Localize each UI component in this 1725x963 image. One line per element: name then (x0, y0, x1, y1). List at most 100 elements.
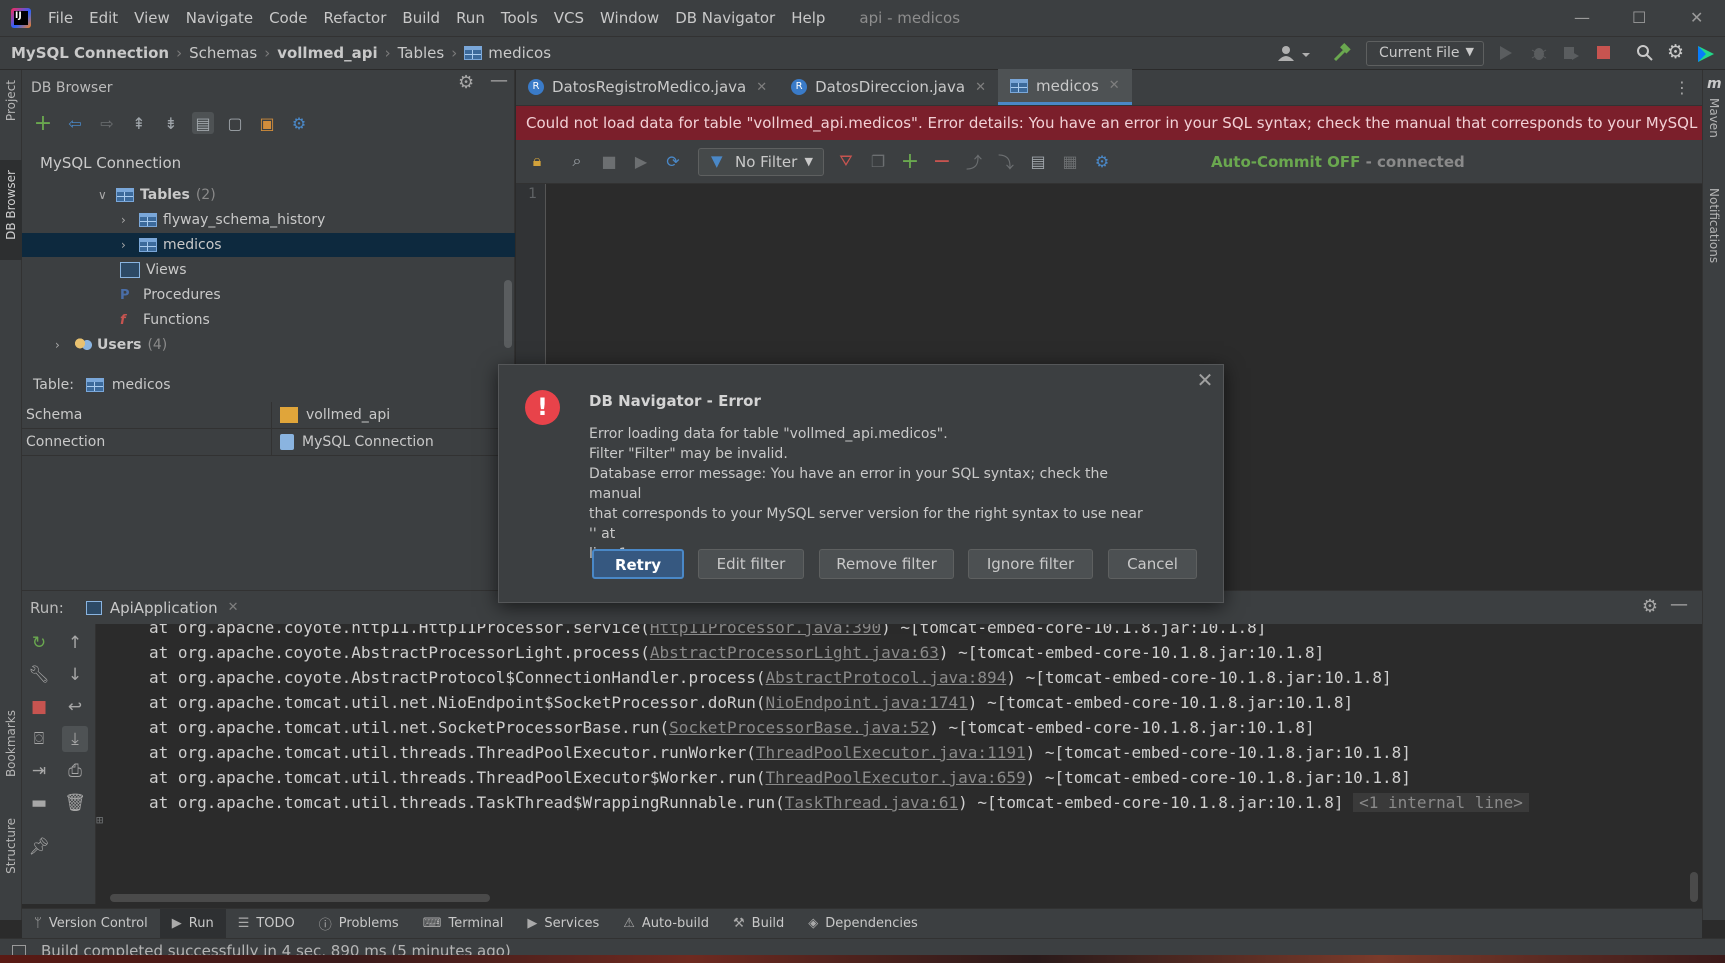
source-link[interactable]: AbstractProtocol.java:894 (766, 668, 1007, 687)
tree-node-views[interactable]: Views (120, 258, 187, 282)
export-icon[interactable]: ▦ (1059, 150, 1081, 172)
tree-scrollbar[interactable] (504, 280, 512, 348)
settings-gear-icon[interactable]: ⚙ (1667, 41, 1684, 63)
scroll-to-end-icon[interactable]: ⤓ (62, 726, 88, 752)
execute-icon[interactable]: ▶ (630, 150, 652, 172)
sql-history-icon[interactable]: ▣ (256, 112, 278, 134)
property-value[interactable]: MySQL Connection (302, 434, 434, 450)
menu-refactor[interactable]: Refactor (323, 9, 386, 27)
tool-notifications[interactable]: Notifications (1707, 188, 1721, 263)
close-tab-icon[interactable]: ✕ (228, 600, 239, 615)
edit-filter-button[interactable]: Edit filter (698, 549, 804, 579)
close-tab-icon[interactable]: ✕ (756, 80, 767, 95)
breadcrumb-tables[interactable]: Tables (398, 44, 445, 62)
tool-build[interactable]: ⚒ Build (721, 909, 796, 939)
debug-icon[interactable] (1530, 44, 1548, 62)
breadcrumb-schema[interactable]: vollmed_api (277, 44, 377, 62)
pin-icon[interactable]: 📌︎ (26, 834, 52, 860)
panel-settings-icon[interactable]: ⚙ (458, 72, 474, 93)
clear-filter-icon[interactable]: ⛛ (835, 150, 857, 172)
coverage-icon[interactable] (1562, 44, 1580, 62)
forward-icon[interactable]: ⇨ (96, 112, 118, 134)
tree-node-procedures[interactable]: P Procedures (120, 283, 221, 307)
tool-services[interactable]: ▶ Services (515, 909, 611, 939)
layout-icon[interactable]: ▬ (26, 790, 52, 816)
maximize-icon[interactable]: ☐ (1632, 8, 1646, 27)
stop-icon[interactable] (1596, 45, 1612, 61)
chevron-right-icon[interactable]: › (55, 338, 73, 352)
panel-minimize-icon[interactable]: — (490, 70, 508, 91)
tool-problems[interactable]: ⓘ Problems (307, 909, 411, 939)
collapse-all-icon[interactable]: ⇞ (128, 112, 150, 134)
chevron-right-icon[interactable]: › (121, 238, 139, 252)
ignore-filter-button[interactable]: Ignore filter (968, 549, 1093, 579)
run-settings-icon[interactable]: ⚙ (1642, 596, 1658, 617)
source-link[interactable]: AbstractProcessorLight.java:63 (650, 643, 939, 662)
more-tabs-icon[interactable]: ⋮ (1674, 78, 1690, 97)
source-link[interactable]: ThreadPoolExecutor.java:1191 (756, 743, 1026, 762)
tool-bookmarks[interactable]: Bookmarks (4, 710, 18, 777)
code-with-me-icon[interactable] (1696, 44, 1716, 64)
exit-icon[interactable]: ⇥ (26, 758, 52, 784)
minimize-icon[interactable]: — (1574, 8, 1590, 27)
menu-db-navigator[interactable]: DB Navigator (675, 9, 775, 27)
tab-datos-registro-medico[interactable]: R DatosRegistroMedico.java ✕ (516, 69, 779, 105)
close-icon[interactable]: ✕ (1195, 370, 1215, 391)
console-horizontal-scrollbar[interactable] (110, 894, 490, 902)
tab-datos-direccion[interactable]: R DatosDireccion.java ✕ (779, 69, 998, 105)
breadcrumb-schemas[interactable]: Schemas (189, 44, 257, 62)
trash-icon[interactable]: 🗑︎ (62, 790, 88, 816)
camera-icon[interactable]: ⌼ (26, 726, 52, 752)
user-icon[interactable] (1276, 44, 1316, 64)
menu-view[interactable]: View (134, 9, 170, 27)
source-link[interactable]: NioEndpoint.java:1741 (766, 693, 968, 712)
run-icon[interactable] (1498, 44, 1514, 62)
rollback-icon[interactable]: ⤵ (995, 150, 1017, 172)
fold-expand-icon[interactable]: ⊞ (96, 813, 103, 827)
build-hammer-icon[interactable] (1332, 43, 1352, 63)
filter-objects-icon[interactable]: ▤ (192, 112, 214, 134)
print-icon[interactable]: ⎙ (62, 758, 88, 784)
editor-settings-icon[interactable]: ⚙ (1091, 150, 1113, 172)
console-vertical-scrollbar[interactable] (1690, 872, 1698, 902)
lock-icon[interactable]: 🔒︎ (526, 150, 548, 172)
commit-icon[interactable]: ⤴ (963, 150, 985, 172)
menu-help[interactable]: Help (791, 9, 825, 27)
internal-lines-fold[interactable]: <1 internal line> (1353, 793, 1529, 812)
breadcrumb-table[interactable]: medicos (488, 44, 551, 62)
close-tab-icon[interactable]: ✕ (1109, 78, 1120, 93)
arrow-down-icon[interactable]: ↓ (62, 662, 88, 688)
chevron-down-icon[interactable]: ∨ (98, 188, 116, 202)
tool-project[interactable]: Project (4, 80, 18, 121)
add-row-icon[interactable]: + (899, 149, 921, 174)
rerun-icon[interactable]: ↻ (26, 630, 52, 656)
source-link[interactable]: ThreadPoolExecutor.java:659 (766, 768, 1026, 787)
menu-window[interactable]: Window (600, 9, 659, 27)
menu-tools[interactable]: Tools (501, 9, 538, 27)
breadcrumb-connection[interactable]: MySQL Connection (11, 44, 169, 62)
db-settings-icon[interactable]: ⚙ (288, 112, 310, 134)
tree-node-tables[interactable]: ∨ Tables (2) (98, 183, 216, 207)
source-link[interactable]: SocketProcessorBase.java:52 (669, 718, 929, 737)
stop-icon[interactable]: ■ (26, 694, 52, 720)
tool-auto-build[interactable]: ⚠ Auto-build (611, 909, 721, 939)
menu-run[interactable]: Run (456, 9, 485, 27)
run-minimize-icon[interactable]: — (1670, 594, 1688, 615)
back-icon[interactable]: ⇦ (64, 112, 86, 134)
search-data-icon[interactable]: ⌕ (566, 150, 588, 172)
wrench-icon[interactable]: 🔧︎ (26, 662, 52, 688)
chevron-right-icon[interactable]: › (121, 213, 139, 227)
console-output[interactable]: at org.apache.coyote.http11.Http11Proces… (96, 624, 1702, 904)
open-console-icon[interactable]: ▢ (224, 112, 246, 134)
tool-db-browser[interactable]: DB Browser (4, 170, 18, 240)
tree-node-flyway[interactable]: › flyway_schema_history (121, 208, 325, 232)
add-connection-icon[interactable]: + (32, 111, 54, 136)
view-record-icon[interactable]: ▤ (1027, 150, 1049, 172)
close-window-icon[interactable]: ✕ (1690, 8, 1703, 27)
source-link[interactable]: TaskThread.java:61 (785, 793, 958, 812)
tree-node-users[interactable]: › Users (4) (55, 333, 167, 357)
reload-icon[interactable]: ⟳ (662, 150, 684, 172)
soft-wrap-icon[interactable]: ↩ (62, 694, 88, 720)
menu-file[interactable]: File (48, 9, 73, 27)
connection-label[interactable]: MySQL Connection (40, 154, 181, 172)
